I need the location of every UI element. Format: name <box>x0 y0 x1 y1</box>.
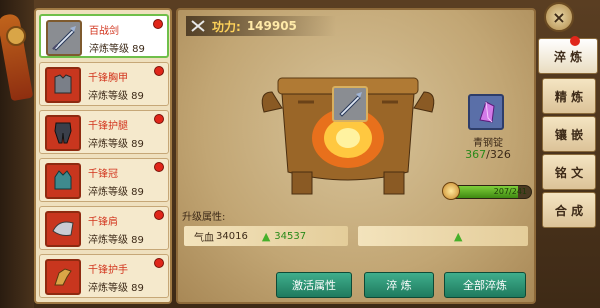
material-need: /326 <box>486 148 511 161</box>
tab-enhance[interactable]: 精 炼 <box>542 78 596 114</box>
progress-text: 207/241 <box>493 187 527 196</box>
list-item-5[interactable]: 千锋护手 淬炼等级 89 <box>39 254 169 298</box>
material-have: 367 <box>465 148 487 161</box>
activate-attr-button[interactable]: 激活属性 <box>276 272 352 298</box>
item-level: 淬炼等级 89 <box>89 44 145 55</box>
attr-row-empty: ▲ <box>358 226 528 246</box>
crown-icon <box>45 163 81 199</box>
shoulder-armor-icon <box>45 211 81 247</box>
list-item-3[interactable]: 千锋冠 淬炼等级 89 <box>39 158 169 202</box>
item-name: 千锋护手 <box>88 265 128 276</box>
chest-armor-icon <box>45 67 81 103</box>
refine-panel: 功力: 149905 青钢锭 367/326 207/241 升级属性: 气血 … <box>176 8 536 304</box>
close-button[interactable]: × <box>544 2 574 32</box>
item-level: 淬炼等级 89 <box>88 91 144 102</box>
sword-icon <box>46 20 82 56</box>
tab-inlay[interactable]: 镶 嵌 <box>542 116 596 152</box>
attr-next: 34537 <box>274 230 307 242</box>
left-decoration <box>0 0 34 308</box>
material-slot[interactable] <box>468 94 504 130</box>
sword-icon <box>339 92 362 117</box>
item-level: 淬炼等级 89 <box>88 139 144 150</box>
up-arrow-icon: ▲ <box>261 229 271 243</box>
attr-current: 34016 <box>216 230 248 242</box>
power-value: 149905 <box>246 19 297 33</box>
notification-dot <box>154 114 164 124</box>
item-level: 淬炼等级 89 <box>88 235 144 246</box>
notification-dot <box>154 66 164 76</box>
list-item-2[interactable]: 千锋护腿 淬炼等级 89 <box>39 110 169 154</box>
material-count: 367/326 <box>458 148 518 161</box>
refine-button[interactable]: 淬 炼 <box>364 272 434 298</box>
crystal-ingot-icon <box>479 101 495 123</box>
item-name: 千锋冠 <box>88 169 118 180</box>
item-name: 千锋护腿 <box>88 121 128 132</box>
notification-dot <box>570 36 580 46</box>
item-name: 百战剑 <box>89 26 119 37</box>
notification-dot <box>153 19 163 29</box>
tab-inscription[interactable]: 铭 文 <box>542 154 596 190</box>
tab-synthesis[interactable]: 合 成 <box>542 192 596 228</box>
list-item-1[interactable]: 千锋胸甲 淬炼等级 89 <box>39 62 169 106</box>
tab-refine[interactable]: 淬 炼 <box>538 38 598 74</box>
equipment-slot[interactable] <box>332 86 368 122</box>
upgrade-label: 升级属性: <box>182 212 226 223</box>
power-label: 功力: <box>212 19 241 34</box>
side-tabs: 淬 炼 精 炼 镶 嵌 铭 文 合 成 <box>538 34 600 306</box>
knot-ornament <box>6 26 26 46</box>
item-name: 千锋胸甲 <box>88 73 128 84</box>
item-level: 淬炼等级 89 <box>88 283 144 294</box>
power-display: 功力: 149905 <box>186 16 336 36</box>
crossed-swords-icon <box>191 20 205 32</box>
attr-name: 气血 <box>194 232 214 244</box>
notification-dot <box>154 162 164 172</box>
up-arrow-icon: ▲ <box>454 229 463 243</box>
item-level: 淬炼等级 89 <box>88 187 144 198</box>
list-item-4[interactable]: 千锋肩 淬炼等级 89 <box>39 206 169 250</box>
list-item-0[interactable]: 百战剑 淬炼等级 89 <box>39 14 169 58</box>
notification-dot <box>154 210 164 220</box>
gauntlet-icon <box>45 259 81 295</box>
coin-icon <box>442 182 460 200</box>
material-name: 青钢锭 <box>473 138 503 149</box>
cauldron-icon <box>261 77 435 195</box>
attr-row: 气血 34016 ▲ 34537 <box>184 226 348 246</box>
equipment-list: 百战剑 淬炼等级 89 千锋胸甲 淬炼等级 89 千锋护腿 淬炼等级 89 千锋… <box>34 8 172 304</box>
leg-armor-icon <box>45 115 81 151</box>
refine-all-button[interactable]: 全部淬炼 <box>444 272 526 298</box>
item-name: 千锋肩 <box>88 217 118 228</box>
notification-dot <box>154 258 164 268</box>
